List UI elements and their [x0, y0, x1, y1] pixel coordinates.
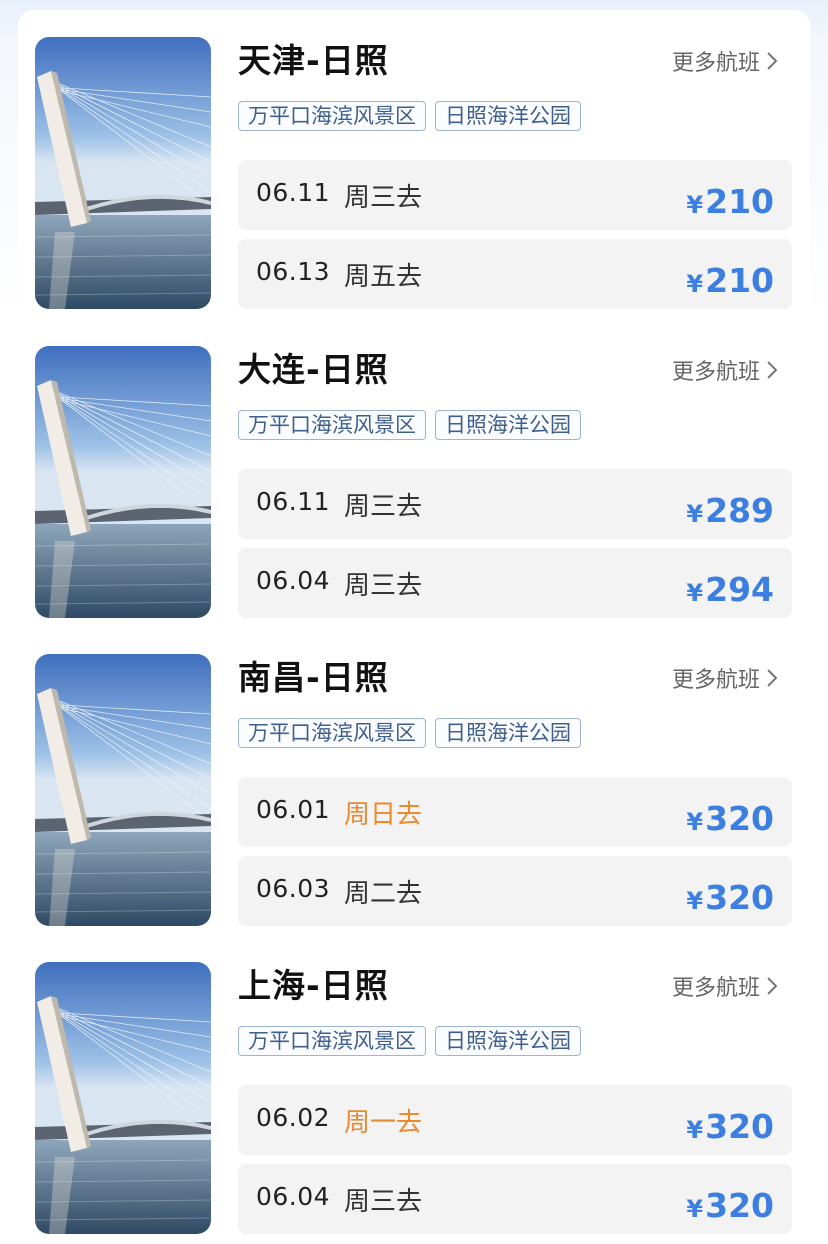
tag-list: 万平口海滨风景区 日照海洋公园 — [238, 101, 581, 131]
tag-list: 万平口海滨风景区 日照海洋公园 — [238, 410, 581, 440]
bridge-photo — [35, 654, 211, 926]
flight-weekday: 周三去 — [344, 571, 423, 601]
flight-price: ¥210 — [686, 182, 774, 225]
tag-ocean-park[interactable]: 日照海洋公园 — [435, 1026, 581, 1056]
flight-price: ¥210 — [686, 261, 774, 304]
more-flights-label: 更多航班 — [672, 976, 761, 1001]
flight-option[interactable]: 06.13 周五去 ¥210 — [238, 239, 792, 309]
tag-scenic-area[interactable]: 万平口海滨风景区 — [238, 1026, 426, 1056]
bridge-photo — [35, 962, 211, 1234]
flight-date: 06.03 — [256, 874, 331, 903]
tag-ocean-park[interactable]: 日照海洋公园 — [435, 101, 581, 131]
flight-date: 06.02 — [256, 1103, 331, 1132]
currency-symbol: ¥ — [686, 500, 704, 528]
more-flights-label: 更多航班 — [672, 668, 761, 693]
price-value: 210 — [705, 261, 774, 300]
flight-weekday: 周二去 — [344, 879, 423, 909]
route-card[interactable]: 天津-日照 更多航班 万平口海滨风景区 日照海洋公园 06.11 周三去 ¥21… — [0, 37, 828, 313]
bridge-photo — [35, 346, 211, 618]
currency-symbol: ¥ — [686, 1195, 704, 1223]
route-card[interactable]: 南昌-日照 更多航班 万平口海滨风景区 日照海洋公园 06.01 周日去 ¥32… — [0, 654, 828, 930]
chevron-right-icon — [767, 977, 778, 995]
route-title: 南昌-日照 — [238, 658, 389, 697]
flight-price: ¥320 — [686, 1186, 774, 1229]
flight-date: 06.01 — [256, 795, 331, 824]
flight-weekday: 周三去 — [344, 183, 423, 213]
currency-symbol: ¥ — [686, 191, 704, 219]
more-flights-link[interactable]: 更多航班 — [672, 354, 778, 386]
flight-weekday: 周日去 — [344, 800, 423, 830]
flight-option[interactable]: 06.11 周三去 ¥289 — [238, 469, 792, 539]
flight-option[interactable]: 06.11 周三去 ¥210 — [238, 160, 792, 230]
price-value: 320 — [705, 1107, 774, 1146]
currency-symbol: ¥ — [686, 1116, 704, 1144]
flight-date: 06.11 — [256, 178, 331, 207]
price-value: 320 — [705, 799, 774, 838]
chevron-right-icon — [767, 361, 778, 379]
more-flights-link[interactable]: 更多航班 — [672, 970, 778, 1002]
tag-ocean-park[interactable]: 日照海洋公园 — [435, 410, 581, 440]
tag-list: 万平口海滨风景区 日照海洋公园 — [238, 1026, 581, 1056]
currency-symbol: ¥ — [686, 579, 704, 607]
route-thumbnail[interactable] — [35, 654, 211, 926]
currency-symbol: ¥ — [686, 270, 704, 298]
route-title: 天津-日照 — [238, 41, 389, 80]
flight-price: ¥289 — [686, 491, 774, 534]
route-list-page: 天津-日照 更多航班 万平口海滨风景区 日照海洋公园 06.11 周三去 ¥21… — [0, 0, 828, 1244]
flight-weekday: 周五去 — [344, 262, 423, 292]
price-value: 320 — [705, 878, 774, 917]
tag-list: 万平口海滨风景区 日照海洋公园 — [238, 718, 581, 748]
price-value: 320 — [705, 1186, 774, 1225]
flight-weekday: 周三去 — [344, 492, 423, 522]
route-thumbnail[interactable] — [35, 962, 211, 1234]
tag-scenic-area[interactable]: 万平口海滨风景区 — [238, 718, 426, 748]
currency-symbol: ¥ — [686, 808, 704, 836]
flight-weekday: 周三去 — [344, 1187, 423, 1217]
more-flights-link[interactable]: 更多航班 — [672, 45, 778, 77]
tag-scenic-area[interactable]: 万平口海滨风景区 — [238, 410, 426, 440]
price-value: 289 — [705, 491, 774, 530]
flight-price: ¥320 — [686, 1107, 774, 1150]
price-value: 294 — [705, 570, 774, 609]
flight-price: ¥320 — [686, 878, 774, 921]
flight-option[interactable]: 06.03 周二去 ¥320 — [238, 856, 792, 926]
flight-date: 06.13 — [256, 257, 331, 286]
tag-scenic-area[interactable]: 万平口海滨风景区 — [238, 101, 426, 131]
tag-ocean-park[interactable]: 日照海洋公园 — [435, 718, 581, 748]
route-title: 大连-日照 — [238, 350, 389, 389]
route-title: 上海-日照 — [238, 966, 389, 1005]
chevron-right-icon — [767, 52, 778, 70]
bridge-photo — [35, 37, 211, 309]
price-value: 210 — [705, 182, 774, 221]
route-card[interactable]: 上海-日照 更多航班 万平口海滨风景区 日照海洋公园 06.02 周一去 ¥32… — [0, 962, 828, 1238]
flight-option[interactable]: 06.02 周一去 ¥320 — [238, 1085, 792, 1155]
flight-date: 06.04 — [256, 566, 331, 595]
route-thumbnail[interactable] — [35, 346, 211, 618]
more-flights-link[interactable]: 更多航班 — [672, 662, 778, 694]
more-flights-label: 更多航班 — [672, 51, 761, 76]
flight-date: 06.11 — [256, 487, 331, 516]
route-card[interactable]: 大连-日照 更多航班 万平口海滨风景区 日照海洋公园 06.11 周三去 ¥28… — [0, 346, 828, 622]
currency-symbol: ¥ — [686, 887, 704, 915]
flight-price: ¥294 — [686, 570, 774, 613]
route-thumbnail[interactable] — [35, 37, 211, 309]
flight-date: 06.04 — [256, 1182, 331, 1211]
flight-option[interactable]: 06.04 周三去 ¥294 — [238, 548, 792, 618]
flight-option[interactable]: 06.04 周三去 ¥320 — [238, 1164, 792, 1234]
flight-option[interactable]: 06.01 周日去 ¥320 — [238, 777, 792, 847]
flight-price: ¥320 — [686, 799, 774, 842]
chevron-right-icon — [767, 669, 778, 687]
flight-weekday: 周一去 — [344, 1108, 423, 1138]
more-flights-label: 更多航班 — [672, 360, 761, 385]
